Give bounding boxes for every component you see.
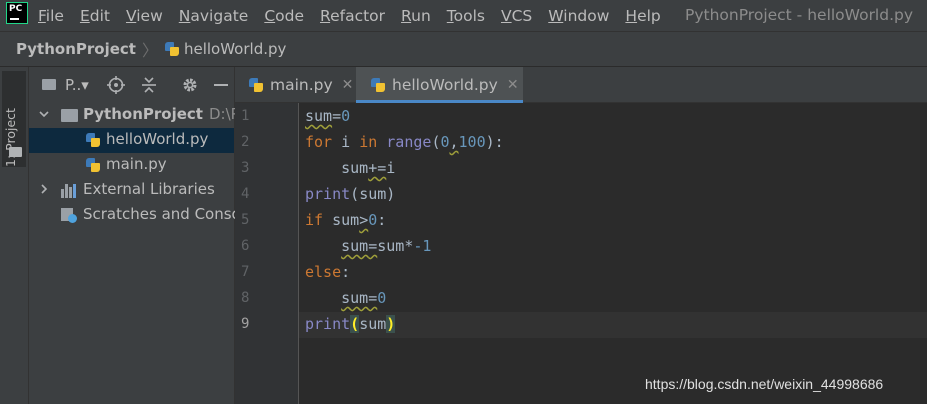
chevron-down-icon[interactable] (38, 108, 50, 123)
code-line-8: sum=0 (341, 289, 387, 307)
tree-item-scratches[interactable]: Scratches and Conso (29, 203, 241, 228)
tree-item-label: helloWorld.py (106, 130, 209, 148)
menu-help[interactable]: Help (625, 7, 660, 25)
line-number: 2 (241, 134, 250, 150)
code-editor[interactable]: sum=0 for i in range(0,100): sum+=i prin… (299, 103, 927, 404)
menu-view[interactable]: View (126, 7, 163, 25)
line-number: 7 (241, 264, 250, 280)
menu-edit[interactable]: Edit (80, 7, 110, 25)
menu-file[interactable]: File (38, 7, 64, 25)
scratches-icon (61, 207, 77, 223)
locate-target-icon[interactable] (107, 76, 125, 94)
menu-bar: PC File Edit View Navigate Code Refactor… (0, 0, 927, 31)
code-line-6: sum=sum*-1 (341, 237, 432, 255)
code-line-3: sum+=i (341, 159, 396, 177)
menu-vcs[interactable]: VCS (501, 7, 532, 25)
menu-navigate[interactable]: Navigate (179, 7, 249, 25)
line-number: 1 (241, 108, 250, 124)
menu-run[interactable]: Run (401, 7, 431, 25)
folder-icon (9, 147, 22, 157)
project-tool-tab-label[interactable]: 1: Project (3, 108, 18, 167)
project-view-icon (42, 79, 56, 90)
collapse-all-icon[interactable] (140, 76, 158, 94)
python-file-icon (85, 132, 101, 148)
close-icon[interactable]: ✕ (507, 77, 519, 93)
gear-icon[interactable] (181, 76, 199, 94)
close-icon[interactable]: ✕ (342, 77, 354, 93)
menu-code[interactable]: Code (264, 7, 304, 25)
menu-window[interactable]: Window (548, 7, 609, 25)
python-file-icon (248, 77, 264, 93)
window-title: PythonProject - helloWorld.py (685, 6, 914, 24)
editor-tabs: main.py ✕ helloWorld.py ✕ (235, 67, 927, 103)
pycharm-logo-icon: PC (6, 1, 28, 24)
tool-window-stripe: 1: Project (0, 67, 29, 404)
line-number-gutter[interactable]: 1 2 3 4 5 6 7 8 9 (235, 103, 299, 404)
line-number: 5 (241, 212, 250, 228)
breadcrumb-file[interactable]: helloWorld.py (184, 40, 286, 58)
tab-main-py[interactable]: main.py ✕ (235, 67, 356, 102)
watermark-url: https://blog.csdn.net/weixin_44998686 (645, 376, 884, 392)
code-line-7: else: (305, 263, 351, 281)
line-number: 3 (241, 160, 250, 176)
project-view-selector[interactable]: P..▾ (65, 76, 89, 94)
project-panel: P..▾ PythonProject D:\Py helloWorld.py m… (29, 67, 249, 404)
breadcrumb: PythonProject 〉 helloWorld.py (0, 31, 927, 67)
minimize-icon[interactable] (212, 76, 230, 94)
breadcrumb-project[interactable]: PythonProject (16, 40, 136, 58)
code-line-4: print(sum) (305, 185, 396, 203)
tab-helloworld-py[interactable]: helloWorld.py ✕ (356, 67, 523, 103)
folder-icon (61, 109, 78, 122)
line-number-current: 9 (241, 316, 250, 332)
python-file-icon (85, 157, 101, 173)
tab-label: main.py (270, 75, 333, 94)
code-line-5: if sum>0: (305, 211, 387, 229)
code-line-9: print(sum) (305, 315, 396, 333)
python-file-icon (370, 77, 386, 93)
code-line-2: for i in range(0,100): (305, 133, 504, 151)
line-number: 6 (241, 238, 250, 254)
libraries-icon (61, 184, 79, 198)
chevron-right-icon[interactable] (38, 183, 50, 198)
tree-item-label: Scratches and Conso (83, 205, 241, 223)
project-panel-toolbar: P..▾ (29, 67, 234, 103)
tree-item-external-libraries[interactable]: External Libraries (29, 178, 234, 203)
menu-tools[interactable]: Tools (447, 7, 485, 25)
project-tree: PythonProject D:\Py helloWorld.py main.py… (29, 103, 249, 228)
breadcrumb-separator: 〉 (141, 41, 158, 60)
tree-item-main[interactable]: main.py (29, 153, 234, 178)
menu-refactor[interactable]: Refactor (320, 7, 385, 25)
tree-item-project-root[interactable]: PythonProject D:\Py (29, 103, 249, 128)
line-number: 4 (241, 186, 250, 202)
tree-item-label: External Libraries (83, 180, 215, 198)
tab-label: helloWorld.py (392, 75, 498, 94)
tree-item-label: main.py (106, 155, 167, 173)
python-file-icon (164, 41, 180, 57)
tree-item-helloworld[interactable]: helloWorld.py (29, 128, 234, 153)
tree-item-label: PythonProject D:\Py (83, 105, 249, 123)
line-number: 8 (241, 290, 250, 306)
code-line-1: sum=0 (305, 107, 351, 125)
